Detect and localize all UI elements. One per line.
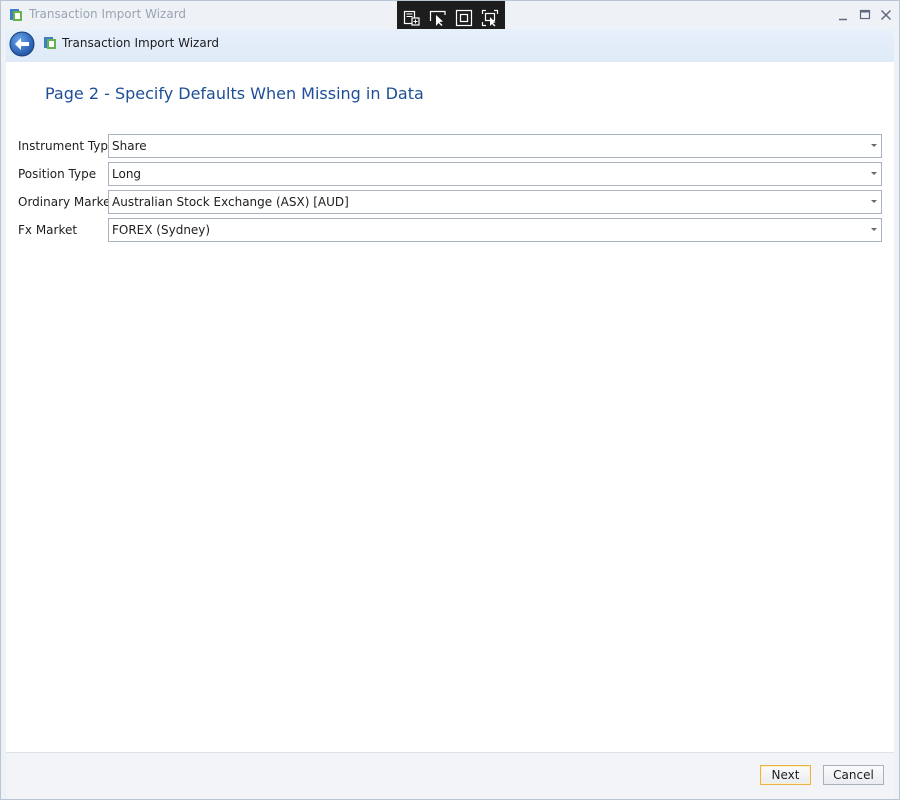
- ordinary-market-value: Australian Stock Exchange (ASX) [AUD]: [112, 195, 349, 209]
- fx-market-dropdown[interactable]: FOREX (Sydney): [108, 218, 882, 242]
- title-bar: Transaction Import Wizard: [1, 1, 899, 40]
- navigation-bar: Transaction Import Wizard: [6, 29, 894, 63]
- position-type-label: Position Type: [18, 167, 97, 181]
- next-button[interactable]: Next: [760, 765, 811, 785]
- position-type-dropdown[interactable]: Long: [108, 162, 882, 186]
- wizard-window: Transaction Import Wizard Transaction Im…: [0, 0, 900, 800]
- chevron-down-icon[interactable]: [871, 172, 877, 175]
- fx-market-label: Fx Market: [18, 223, 78, 237]
- page-title: Page 2 - Specify Defaults When Missing i…: [45, 84, 424, 103]
- app-logo-icon: [44, 37, 56, 49]
- instrument-type-dropdown[interactable]: Share: [108, 134, 882, 158]
- chevron-down-icon[interactable]: [871, 228, 877, 231]
- chevron-down-icon[interactable]: [871, 200, 877, 203]
- back-arrow-icon[interactable]: [9, 31, 35, 57]
- wizard-footer: Next Cancel: [6, 752, 894, 799]
- fx-market-value: FOREX (Sydney): [112, 223, 211, 237]
- app-logo-icon: [10, 9, 22, 21]
- layout-adorner-icon[interactable]: [455, 9, 473, 27]
- maximize-icon[interactable]: [857, 7, 873, 23]
- ordinary-market-label: Ordinary Market: [18, 195, 116, 209]
- instrument-type-value: Share: [112, 139, 147, 153]
- window-title: Transaction Import Wizard: [29, 7, 187, 21]
- chevron-down-icon[interactable]: [871, 144, 877, 147]
- track-focus-icon[interactable]: [481, 9, 499, 27]
- pointer-select-icon[interactable]: [429, 9, 447, 27]
- position-type-value: Long: [112, 167, 142, 181]
- wizard-page: Page 2 - Specify Defaults When Missing i…: [6, 62, 894, 752]
- select-element-icon[interactable]: [403, 9, 421, 27]
- close-icon[interactable]: [878, 7, 894, 23]
- nav-title: Transaction Import Wizard: [62, 36, 220, 50]
- ordinary-market-dropdown[interactable]: Australian Stock Exchange (ASX) [AUD]: [108, 190, 882, 214]
- instrument-type-label: Instrument Type: [18, 139, 116, 153]
- minimize-icon[interactable]: [835, 7, 851, 23]
- cancel-button[interactable]: Cancel: [823, 765, 884, 785]
